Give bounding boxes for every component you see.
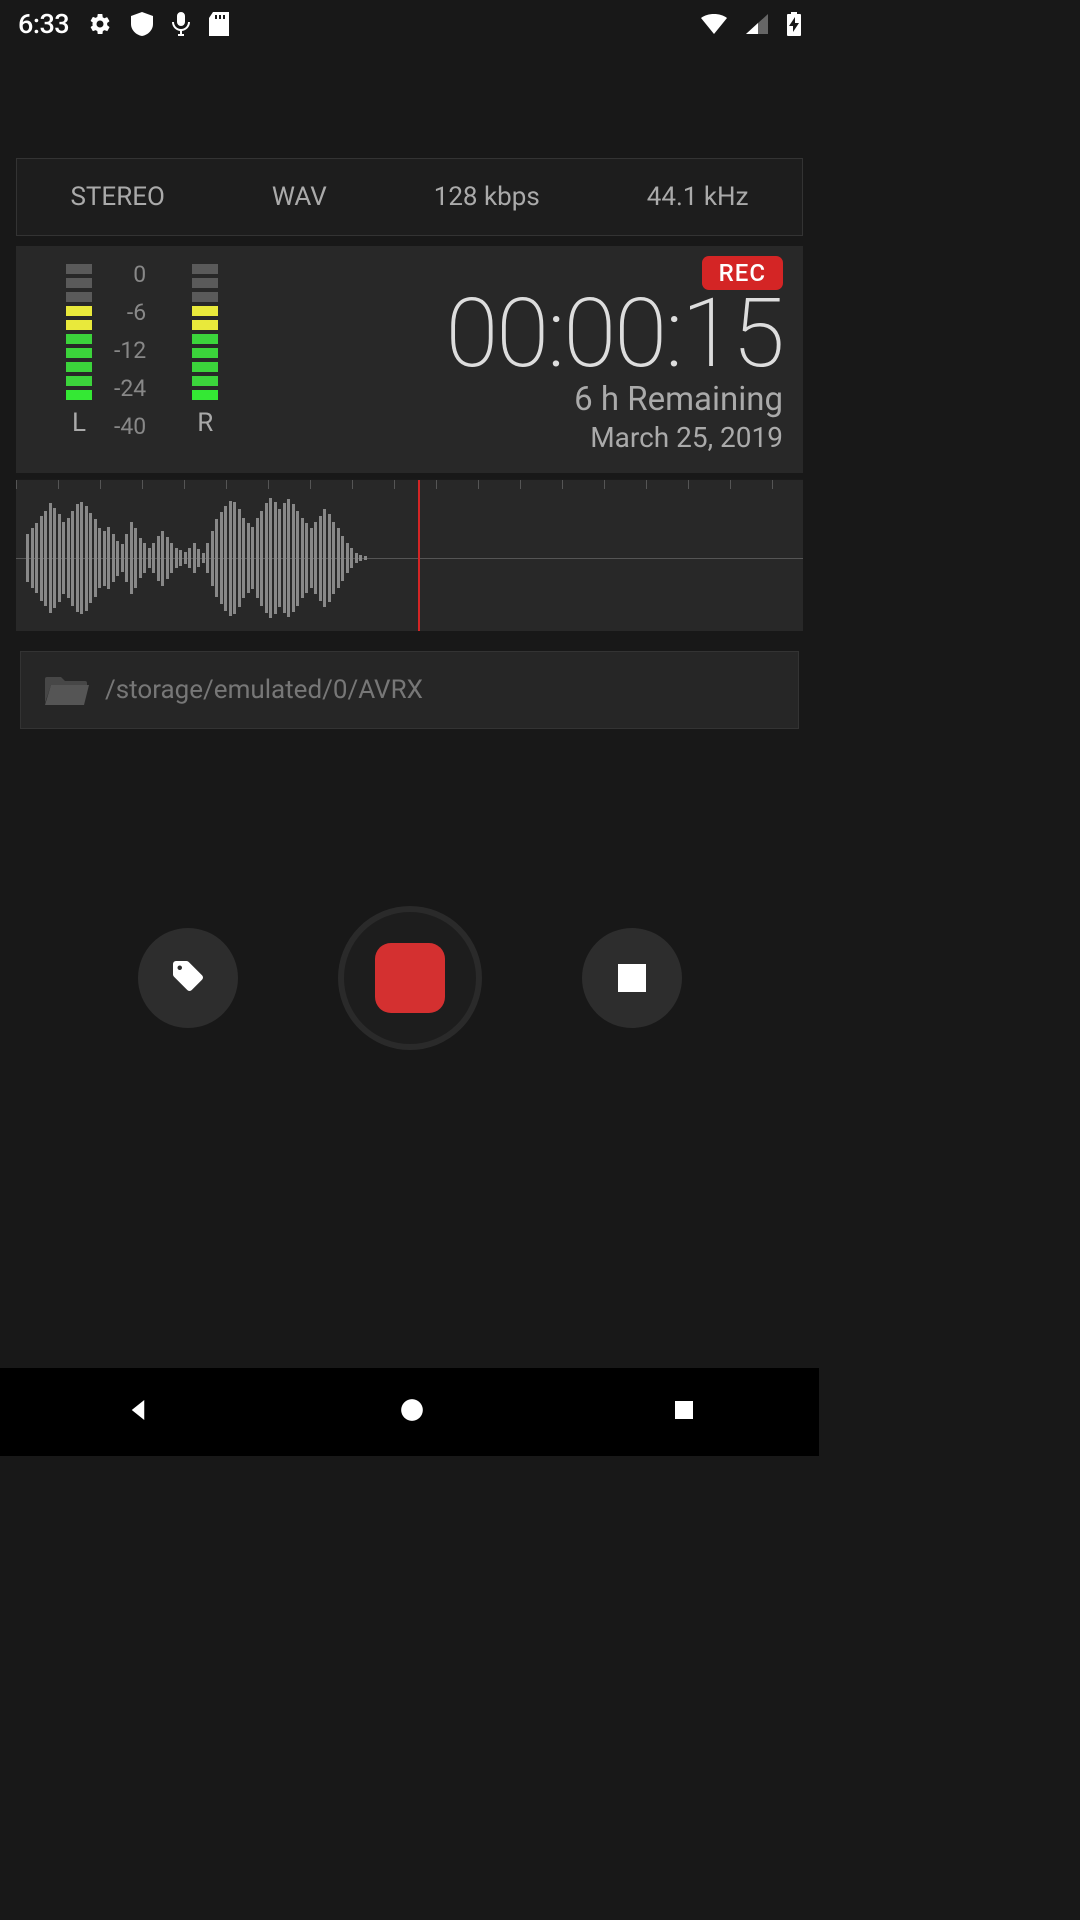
tag-button[interactable] [138,928,238,1028]
status-time: 6:33 [18,8,69,40]
recording-date: March 25, 2019 [590,421,783,454]
wifi-icon [701,14,727,34]
setting-samplerate[interactable]: 44.1 kHz [647,182,749,212]
recording-settings-bar[interactable]: STEREO WAV 128 kbps 44.1 kHz [16,158,803,236]
meter-db-scale: 0 -6 -12 -24 -40 [114,261,146,473]
level-meter: L 0 -6 -12 -24 -40 R [16,246,286,473]
setting-bitrate[interactable]: 128 kbps [434,182,540,212]
setting-channels[interactable]: STEREO [70,182,164,212]
recording-time-block: REC 00:00:15 6 h Remaining March 25, 201… [286,246,803,473]
storage-path-text: /storage/emulated/0/AVRX [105,675,423,705]
nav-home-button[interactable] [399,1397,425,1427]
storage-path-row[interactable]: /storage/emulated/0/AVRX [20,651,799,729]
recording-controls [0,906,819,1050]
shield-icon [131,12,153,36]
android-navbar [0,1368,819,1456]
folder-icon [45,671,89,709]
record-indicator-icon [375,943,445,1013]
record-pause-button[interactable] [338,906,482,1050]
nav-recents-button[interactable] [672,1398,696,1426]
setting-format[interactable]: WAV [272,182,327,212]
waveform-bars [26,480,367,631]
status-left: 6:33 [18,8,229,40]
status-right [701,12,801,36]
waveform-display[interactable] [16,479,803,631]
tag-icon [170,958,206,998]
channel-right-label: R [197,408,213,438]
mic-icon [172,12,190,36]
statusbar: 6:33 [0,0,819,48]
sdcard-icon [209,12,229,36]
recording-status-panel: L 0 -6 -12 -24 -40 R REC 00:00:15 6 h Re… [16,246,803,473]
meter-left-channel: L [66,264,92,473]
recording-elapsed-time: 00:00:15 [445,278,783,390]
stop-icon [618,964,646,992]
waveform-cursor [418,480,420,631]
stop-button[interactable] [582,928,682,1028]
settings-icon [88,12,112,36]
channel-left-label: L [72,408,86,438]
recording-remaining: 6 h Remaining [574,380,783,419]
signal-icon [746,14,768,34]
meter-right-channel: R [192,264,218,473]
battery-charging-icon [787,12,801,36]
nav-back-button[interactable] [123,1395,153,1429]
